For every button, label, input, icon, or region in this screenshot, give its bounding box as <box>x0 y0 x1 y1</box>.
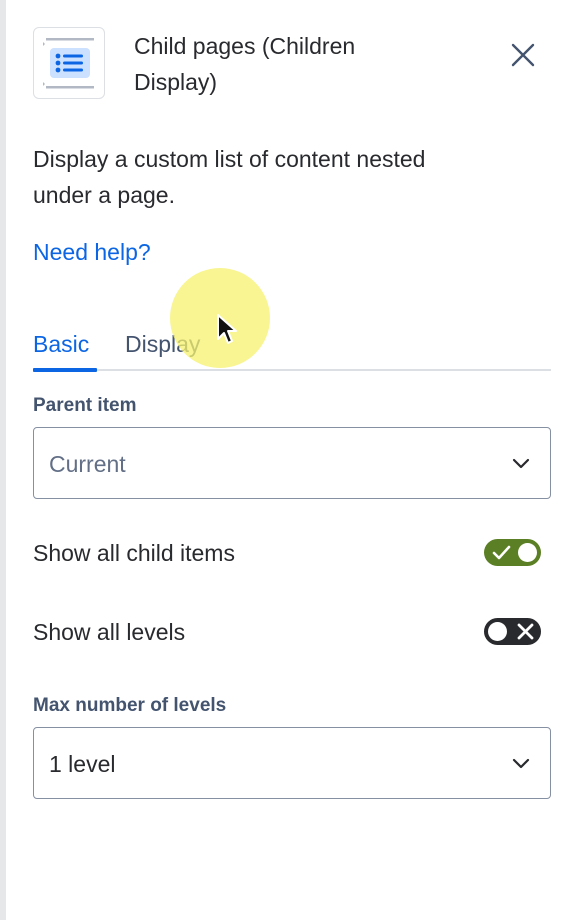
tab-basic-label: Basic <box>33 331 90 357</box>
close-icon <box>511 43 535 67</box>
need-help-link[interactable]: Need help? <box>33 234 151 270</box>
tab-selected-indicator <box>33 368 97 372</box>
chevron-down-icon <box>512 758 530 769</box>
description-line-2: under a page. <box>33 182 175 208</box>
check-icon <box>492 545 511 560</box>
show-all-levels-label: Show all levels <box>33 619 186 645</box>
max-levels-label: Max number of levels <box>33 695 227 716</box>
macro-description: Display a custom list of content nested … <box>33 141 533 213</box>
macro-title: Child pages (Children Display) <box>134 28 434 100</box>
parent-item-select[interactable]: Current <box>33 427 551 499</box>
toggle-knob <box>488 622 507 641</box>
tab-basic[interactable]: Basic <box>33 326 97 372</box>
description-line-1: Display a custom list of content nested <box>33 146 426 172</box>
show-all-child-items-toggle[interactable] <box>484 539 541 566</box>
tabs-divider <box>33 369 551 371</box>
x-icon <box>517 623 534 640</box>
macro-title-line-2: Display) <box>134 69 218 95</box>
chevron-down-icon <box>512 458 530 469</box>
close-button[interactable] <box>506 38 540 72</box>
show-all-levels-toggle[interactable] <box>484 618 541 645</box>
max-levels-value: 1 level <box>49 751 116 777</box>
macro-icon-tile <box>33 27 105 99</box>
config-tabs: Basic Display <box>33 322 551 372</box>
max-levels-select[interactable]: 1 level <box>33 727 551 799</box>
show-all-child-items-label: Show all child items <box>33 540 235 566</box>
toggle-knob <box>518 543 537 562</box>
macro-config-panel: Child pages (Children Display) Display a… <box>6 0 568 920</box>
parent-item-label: Parent item <box>33 395 137 416</box>
tab-display-label: Display <box>125 331 201 357</box>
list-icon <box>43 38 94 89</box>
tab-display[interactable]: Display <box>125 326 200 362</box>
macro-title-line-1: Child pages (Children <box>134 33 356 59</box>
parent-item-value: Current <box>49 451 126 477</box>
